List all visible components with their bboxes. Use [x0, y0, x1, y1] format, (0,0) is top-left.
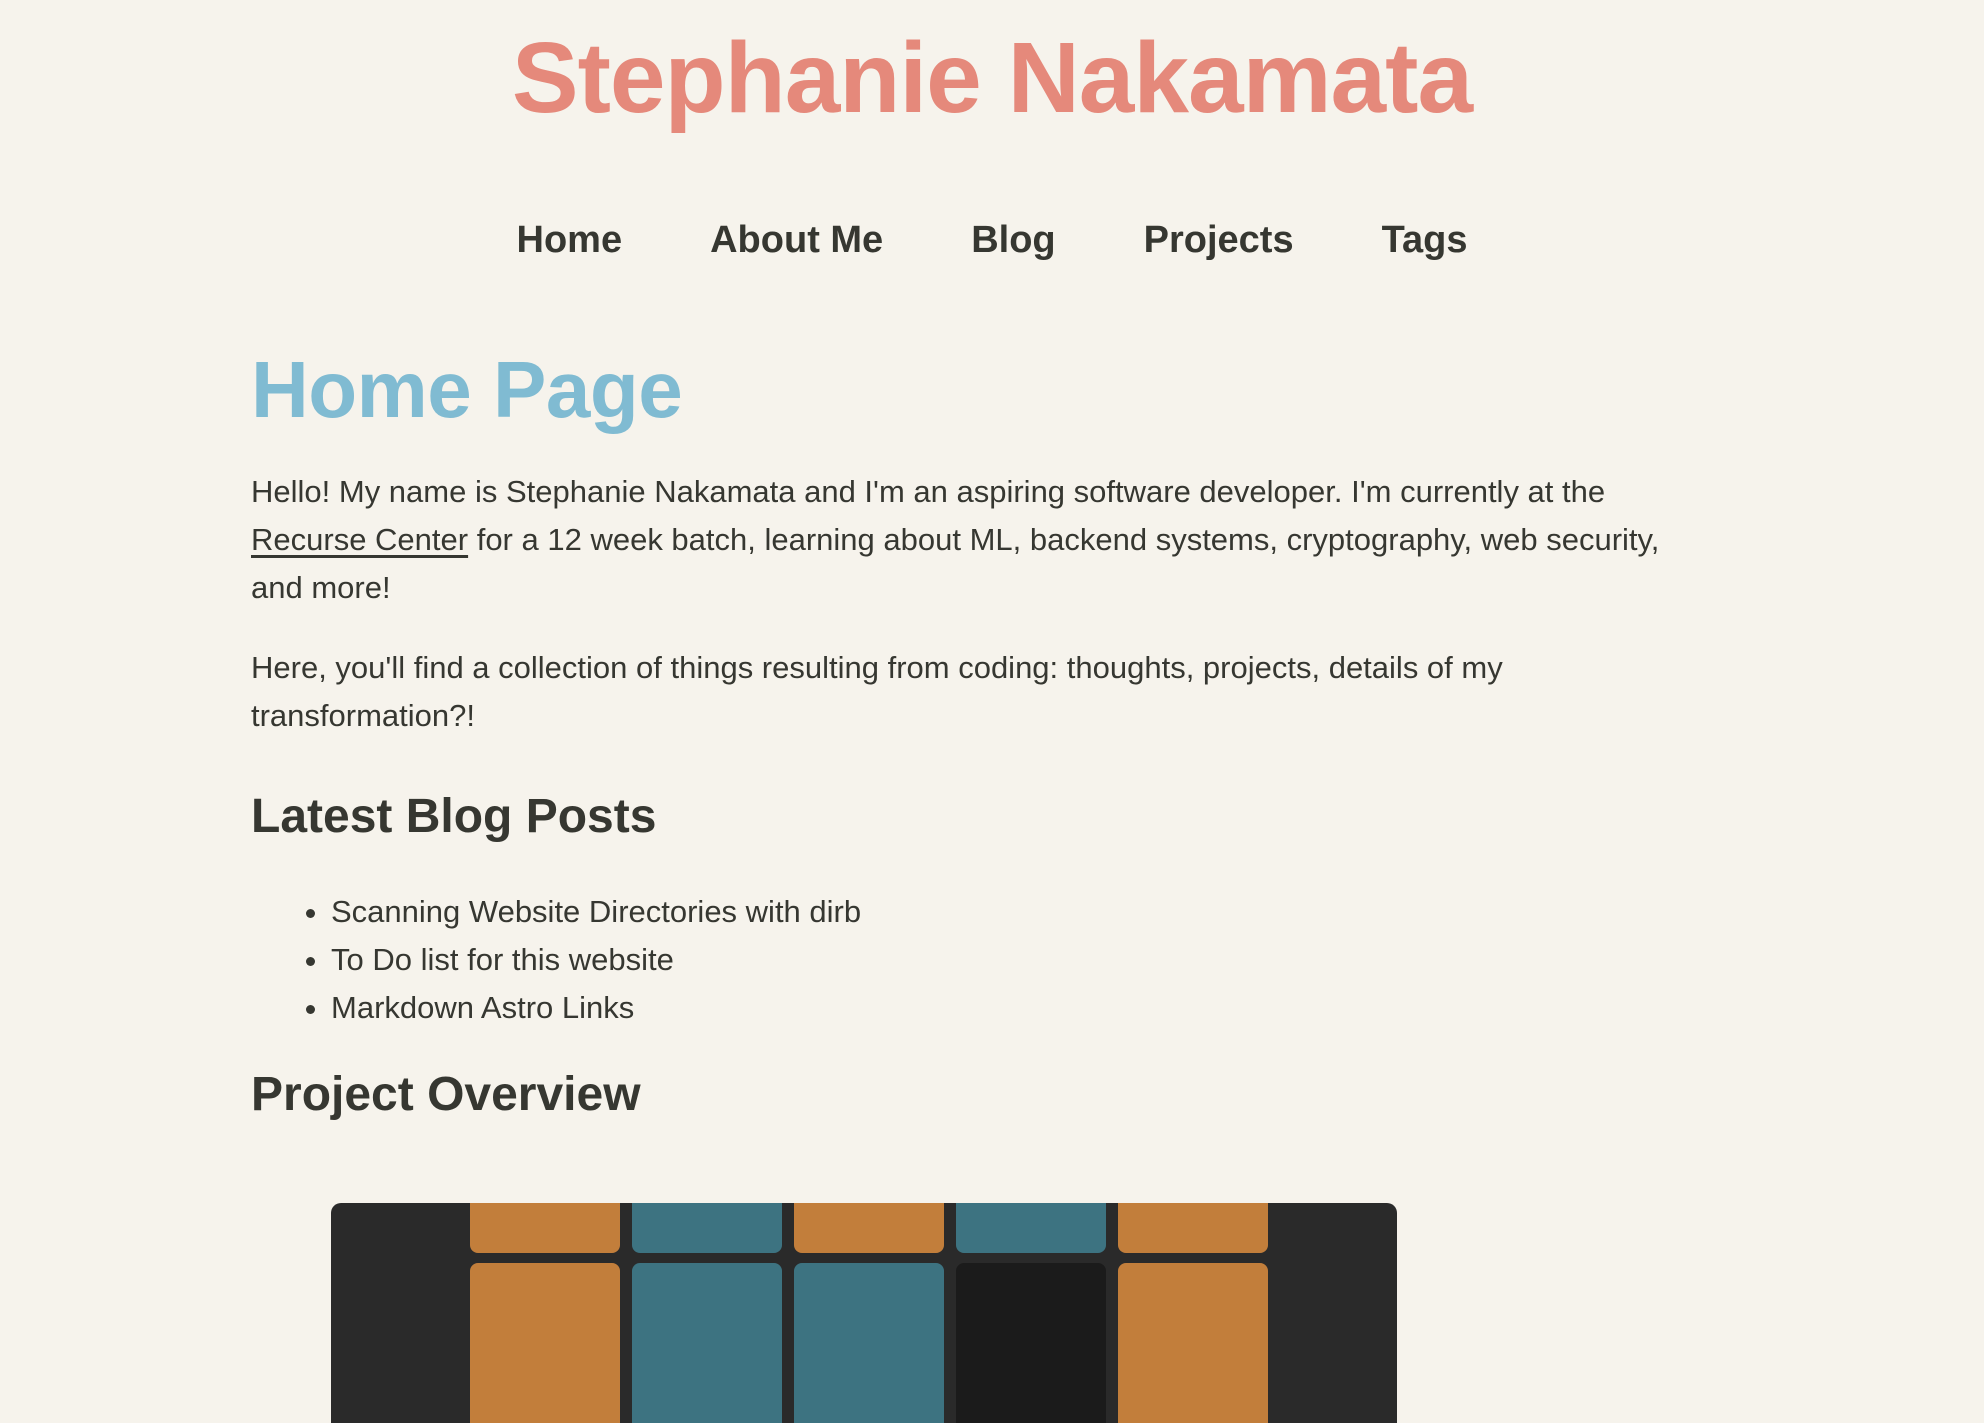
nav-about-me[interactable]: About Me — [666, 210, 927, 270]
grid-tile — [794, 1203, 944, 1253]
blog-post-list: Scanning Website Directories with dirb T… — [251, 888, 1681, 1032]
nav-projects[interactable]: Projects — [1100, 210, 1338, 270]
grid-tile — [632, 1263, 782, 1423]
latest-blog-posts-heading: Latest Blog Posts — [251, 790, 657, 843]
nav-tags[interactable]: Tags — [1338, 210, 1512, 270]
blog-post-item[interactable]: Scanning Website Directories with dirb — [331, 888, 1681, 936]
intro-paragraph: Hello! My name is Stephanie Nakamata and… — [251, 468, 1681, 612]
grid-tile — [794, 1263, 944, 1423]
site-title[interactable]: Stephanie Nakamata — [0, 18, 1984, 138]
grid-tile — [470, 1263, 620, 1423]
grid-tile — [956, 1263, 1106, 1423]
project-overview-heading: Project Overview — [251, 1068, 641, 1121]
project-preview-image[interactable] — [331, 1203, 1397, 1423]
main-content: Home Page Hello! My name is Stephanie Na… — [251, 330, 1681, 1423]
blog-post-item[interactable]: To Do list for this website — [331, 936, 1681, 984]
page-title: Home Page — [251, 345, 683, 434]
collection-paragraph: Here, you'll find a collection of things… — [251, 650, 1503, 733]
main-nav: Home About Me Blog Projects Tags — [0, 210, 1984, 270]
nav-home[interactable]: Home — [473, 210, 667, 270]
grid-tile — [632, 1203, 782, 1253]
grid-tile — [470, 1203, 620, 1253]
recurse-center-link[interactable]: Recurse Center — [251, 522, 468, 557]
grid-tile — [1118, 1203, 1268, 1253]
grid-tile — [1118, 1263, 1268, 1423]
grid-tile — [956, 1203, 1106, 1253]
nav-blog[interactable]: Blog — [927, 210, 1099, 270]
blog-post-item[interactable]: Markdown Astro Links — [331, 984, 1681, 1032]
intro-text-start: Hello! My name is Stephanie Nakamata and… — [251, 474, 1606, 509]
